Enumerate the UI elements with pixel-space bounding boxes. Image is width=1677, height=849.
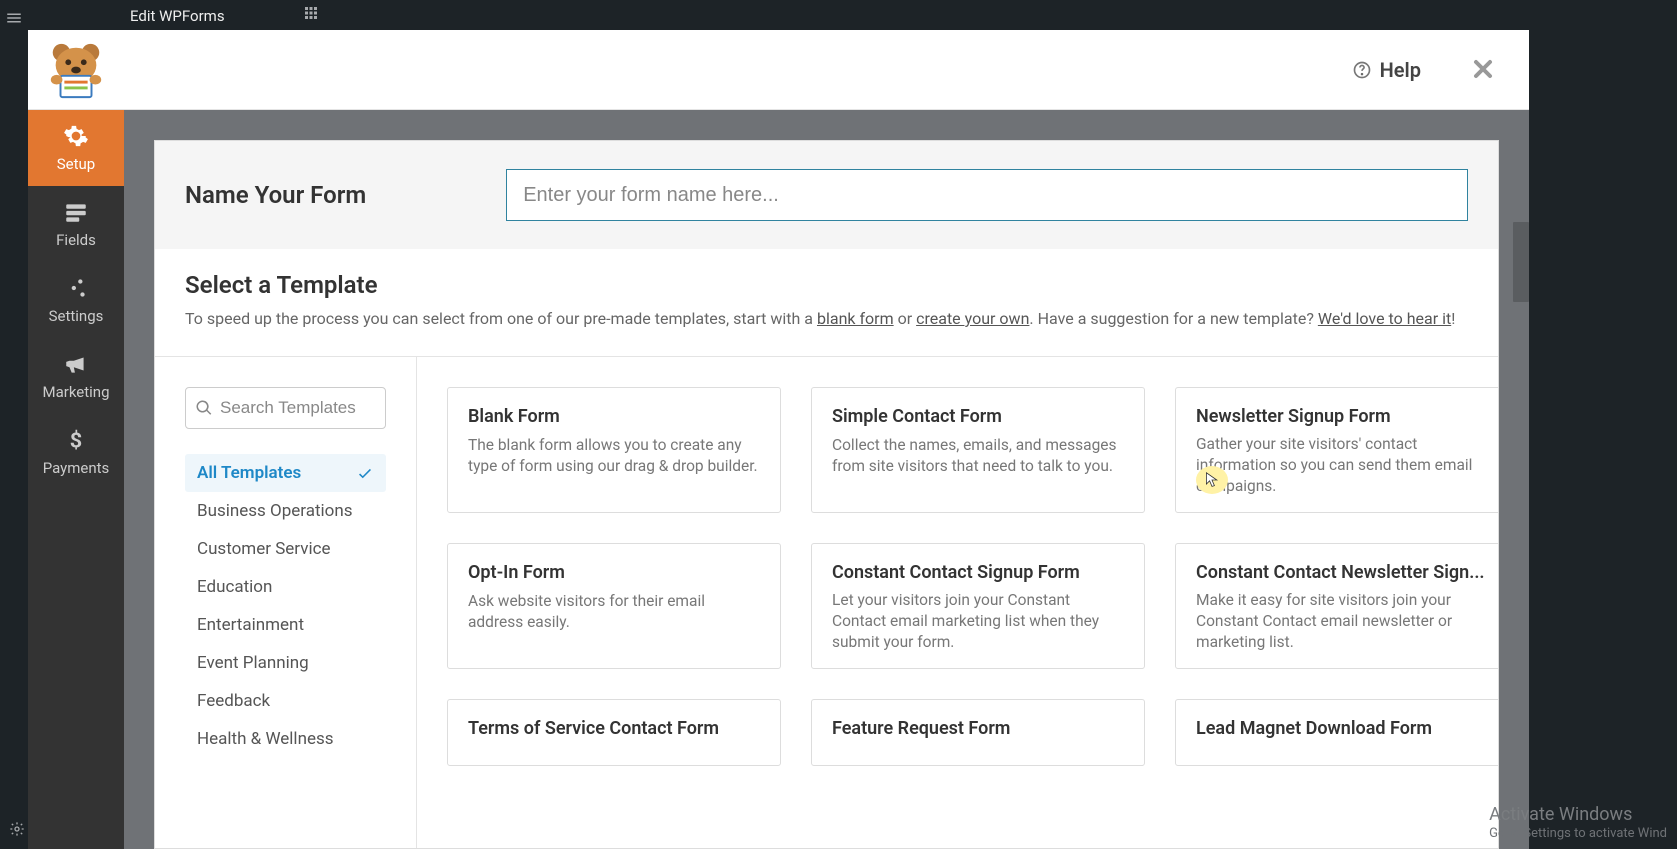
gear-icon xyxy=(63,123,89,149)
svg-text:$: $ xyxy=(70,429,82,453)
template-card-constant-contact-signup[interactable]: Constant Contact Signup Form Let your vi… xyxy=(811,543,1145,669)
template-title: Constant Contact Signup Form xyxy=(832,562,1124,582)
nav-marketing[interactable]: Marketing xyxy=(28,338,124,414)
template-desc: Let your visitors join your Constant Con… xyxy=(832,590,1124,650)
category-label: Customer Service xyxy=(197,539,331,559)
template-section-header: Select a Template To speed up the proces… xyxy=(155,249,1498,356)
template-title: Opt-In Form xyxy=(468,562,760,583)
template-desc: Gather your site visitors' contact infor… xyxy=(1196,434,1488,494)
nav-label: Payments xyxy=(43,459,110,477)
template-card-feature-request[interactable]: Feature Request Form xyxy=(811,699,1145,766)
setup-panel: Name Your Form Select a Template To spee… xyxy=(154,140,1499,849)
wpforms-bear-logo-icon xyxy=(45,39,107,101)
nav-payments[interactable]: $ Payments xyxy=(28,414,124,490)
nav-label: Marketing xyxy=(42,383,109,401)
category-customer-service[interactable]: Customer Service xyxy=(185,530,386,568)
template-desc: Make it easy for site visitors join your… xyxy=(1196,590,1488,650)
name-form-section: Name Your Form xyxy=(155,141,1498,249)
suggestion-link[interactable]: We'd love to hear it xyxy=(1318,309,1451,328)
nav-settings[interactable]: Settings xyxy=(28,262,124,338)
builder-left-nav: Setup Fields Settings Marketing $ Paymen… xyxy=(28,110,124,849)
template-title: Terms of Service Contact Form xyxy=(468,718,760,739)
template-desc: Ask website visitors for their email add… xyxy=(468,591,760,633)
search-icon xyxy=(195,399,213,417)
template-card-opt-in[interactable]: Opt-In Form Ask website visitors for the… xyxy=(447,543,781,669)
sliders-icon xyxy=(63,275,89,301)
wp-collapsed-menu xyxy=(0,0,30,849)
category-health-wellness[interactable]: Health & Wellness xyxy=(185,720,386,758)
nav-label: Settings xyxy=(49,307,104,325)
category-label: Education xyxy=(197,577,272,597)
category-label: Business Operations xyxy=(197,501,353,521)
category-entertainment[interactable]: Entertainment xyxy=(185,606,386,644)
category-all-templates[interactable]: All Templates xyxy=(185,454,386,492)
template-card-constant-contact-newsletter[interactable]: Constant Contact Newsletter Sign... Make… xyxy=(1175,543,1498,669)
template-card-terms-of-service[interactable]: Terms of Service Contact Form xyxy=(447,699,781,766)
template-categories-sidebar: All Templates Business Operations Custom… xyxy=(155,357,417,848)
category-business-operations[interactable]: Business Operations xyxy=(185,492,386,530)
template-search-input[interactable] xyxy=(185,387,386,429)
select-template-description: To speed up the process you can select f… xyxy=(185,307,1468,356)
blank-form-link[interactable]: blank form xyxy=(817,309,894,328)
nav-setup[interactable]: Setup xyxy=(28,110,124,186)
admin-bar-title: Edit WPForms xyxy=(130,7,225,25)
nav-fields[interactable]: Fields xyxy=(28,186,124,262)
list-icon xyxy=(63,199,89,225)
screen-options-icon[interactable] xyxy=(302,4,320,22)
close-builder-button[interactable] xyxy=(1465,46,1501,94)
category-event-planning[interactable]: Event Planning xyxy=(185,644,386,682)
help-icon xyxy=(1352,60,1372,80)
template-title: Simple Contact Form xyxy=(832,406,1124,427)
template-title: Lead Magnet Download Form xyxy=(1196,718,1488,739)
template-desc: Collect the names, emails, and messages … xyxy=(832,435,1124,477)
wp-admin-bar: Edit WPForms xyxy=(30,0,1677,32)
template-title: Blank Form xyxy=(468,406,760,427)
wpforms-builder-modal: Help Setup Fields Settings Marketing xyxy=(28,30,1529,849)
template-card-blank-form[interactable]: Blank Form The blank form allows you to … xyxy=(447,387,781,513)
category-label: All Templates xyxy=(197,463,301,483)
template-card-simple-contact[interactable]: Simple Contact Form Collect the names, e… xyxy=(811,387,1145,513)
select-template-title: Select a Template xyxy=(185,271,1468,299)
nav-label: Fields xyxy=(56,231,96,249)
form-name-input[interactable] xyxy=(506,169,1468,221)
template-card-newsletter-signup[interactable]: Newsletter Signup Form Gather your site … xyxy=(1175,387,1498,513)
category-feedback[interactable]: Feedback xyxy=(185,682,386,720)
name-form-label: Name Your Form xyxy=(185,181,366,209)
category-label: Feedback xyxy=(197,691,270,711)
category-label: Entertainment xyxy=(197,615,304,635)
builder-body: Setup Fields Settings Marketing $ Paymen… xyxy=(28,110,1529,849)
template-card-lead-magnet[interactable]: Lead Magnet Download Form xyxy=(1175,699,1498,766)
category-education[interactable]: Education xyxy=(185,568,386,606)
builder-header: Help xyxy=(28,30,1529,110)
create-your-own-link[interactable]: create your own xyxy=(916,309,1029,328)
template-search-wrap xyxy=(185,387,386,429)
gear-icon[interactable] xyxy=(4,816,30,842)
check-icon xyxy=(356,464,374,482)
nav-label: Setup xyxy=(57,155,95,173)
help-link[interactable]: Help xyxy=(1338,50,1435,90)
wpforms-logo xyxy=(28,30,124,110)
template-title: Newsletter Signup Form xyxy=(1196,406,1488,426)
template-title: Feature Request Form xyxy=(832,718,1124,739)
template-body: All Templates Business Operations Custom… xyxy=(155,357,1498,848)
template-title: Constant Contact Newsletter Sign... xyxy=(1196,562,1488,582)
category-label: Health & Wellness xyxy=(197,729,334,749)
category-label: Event Planning xyxy=(197,653,309,673)
dollar-icon: $ xyxy=(63,427,89,453)
template-grid: Blank Form The blank form allows you to … xyxy=(417,357,1498,848)
help-label: Help xyxy=(1380,58,1421,82)
wp-menu-hamburger-icon[interactable] xyxy=(0,4,28,32)
stage-scrollbar[interactable] xyxy=(1513,222,1529,302)
template-desc: The blank form allows you to create any … xyxy=(468,435,760,477)
builder-stage: Name Your Form Select a Template To spee… xyxy=(124,110,1529,849)
close-icon xyxy=(1471,57,1495,81)
bullhorn-icon xyxy=(63,351,89,377)
